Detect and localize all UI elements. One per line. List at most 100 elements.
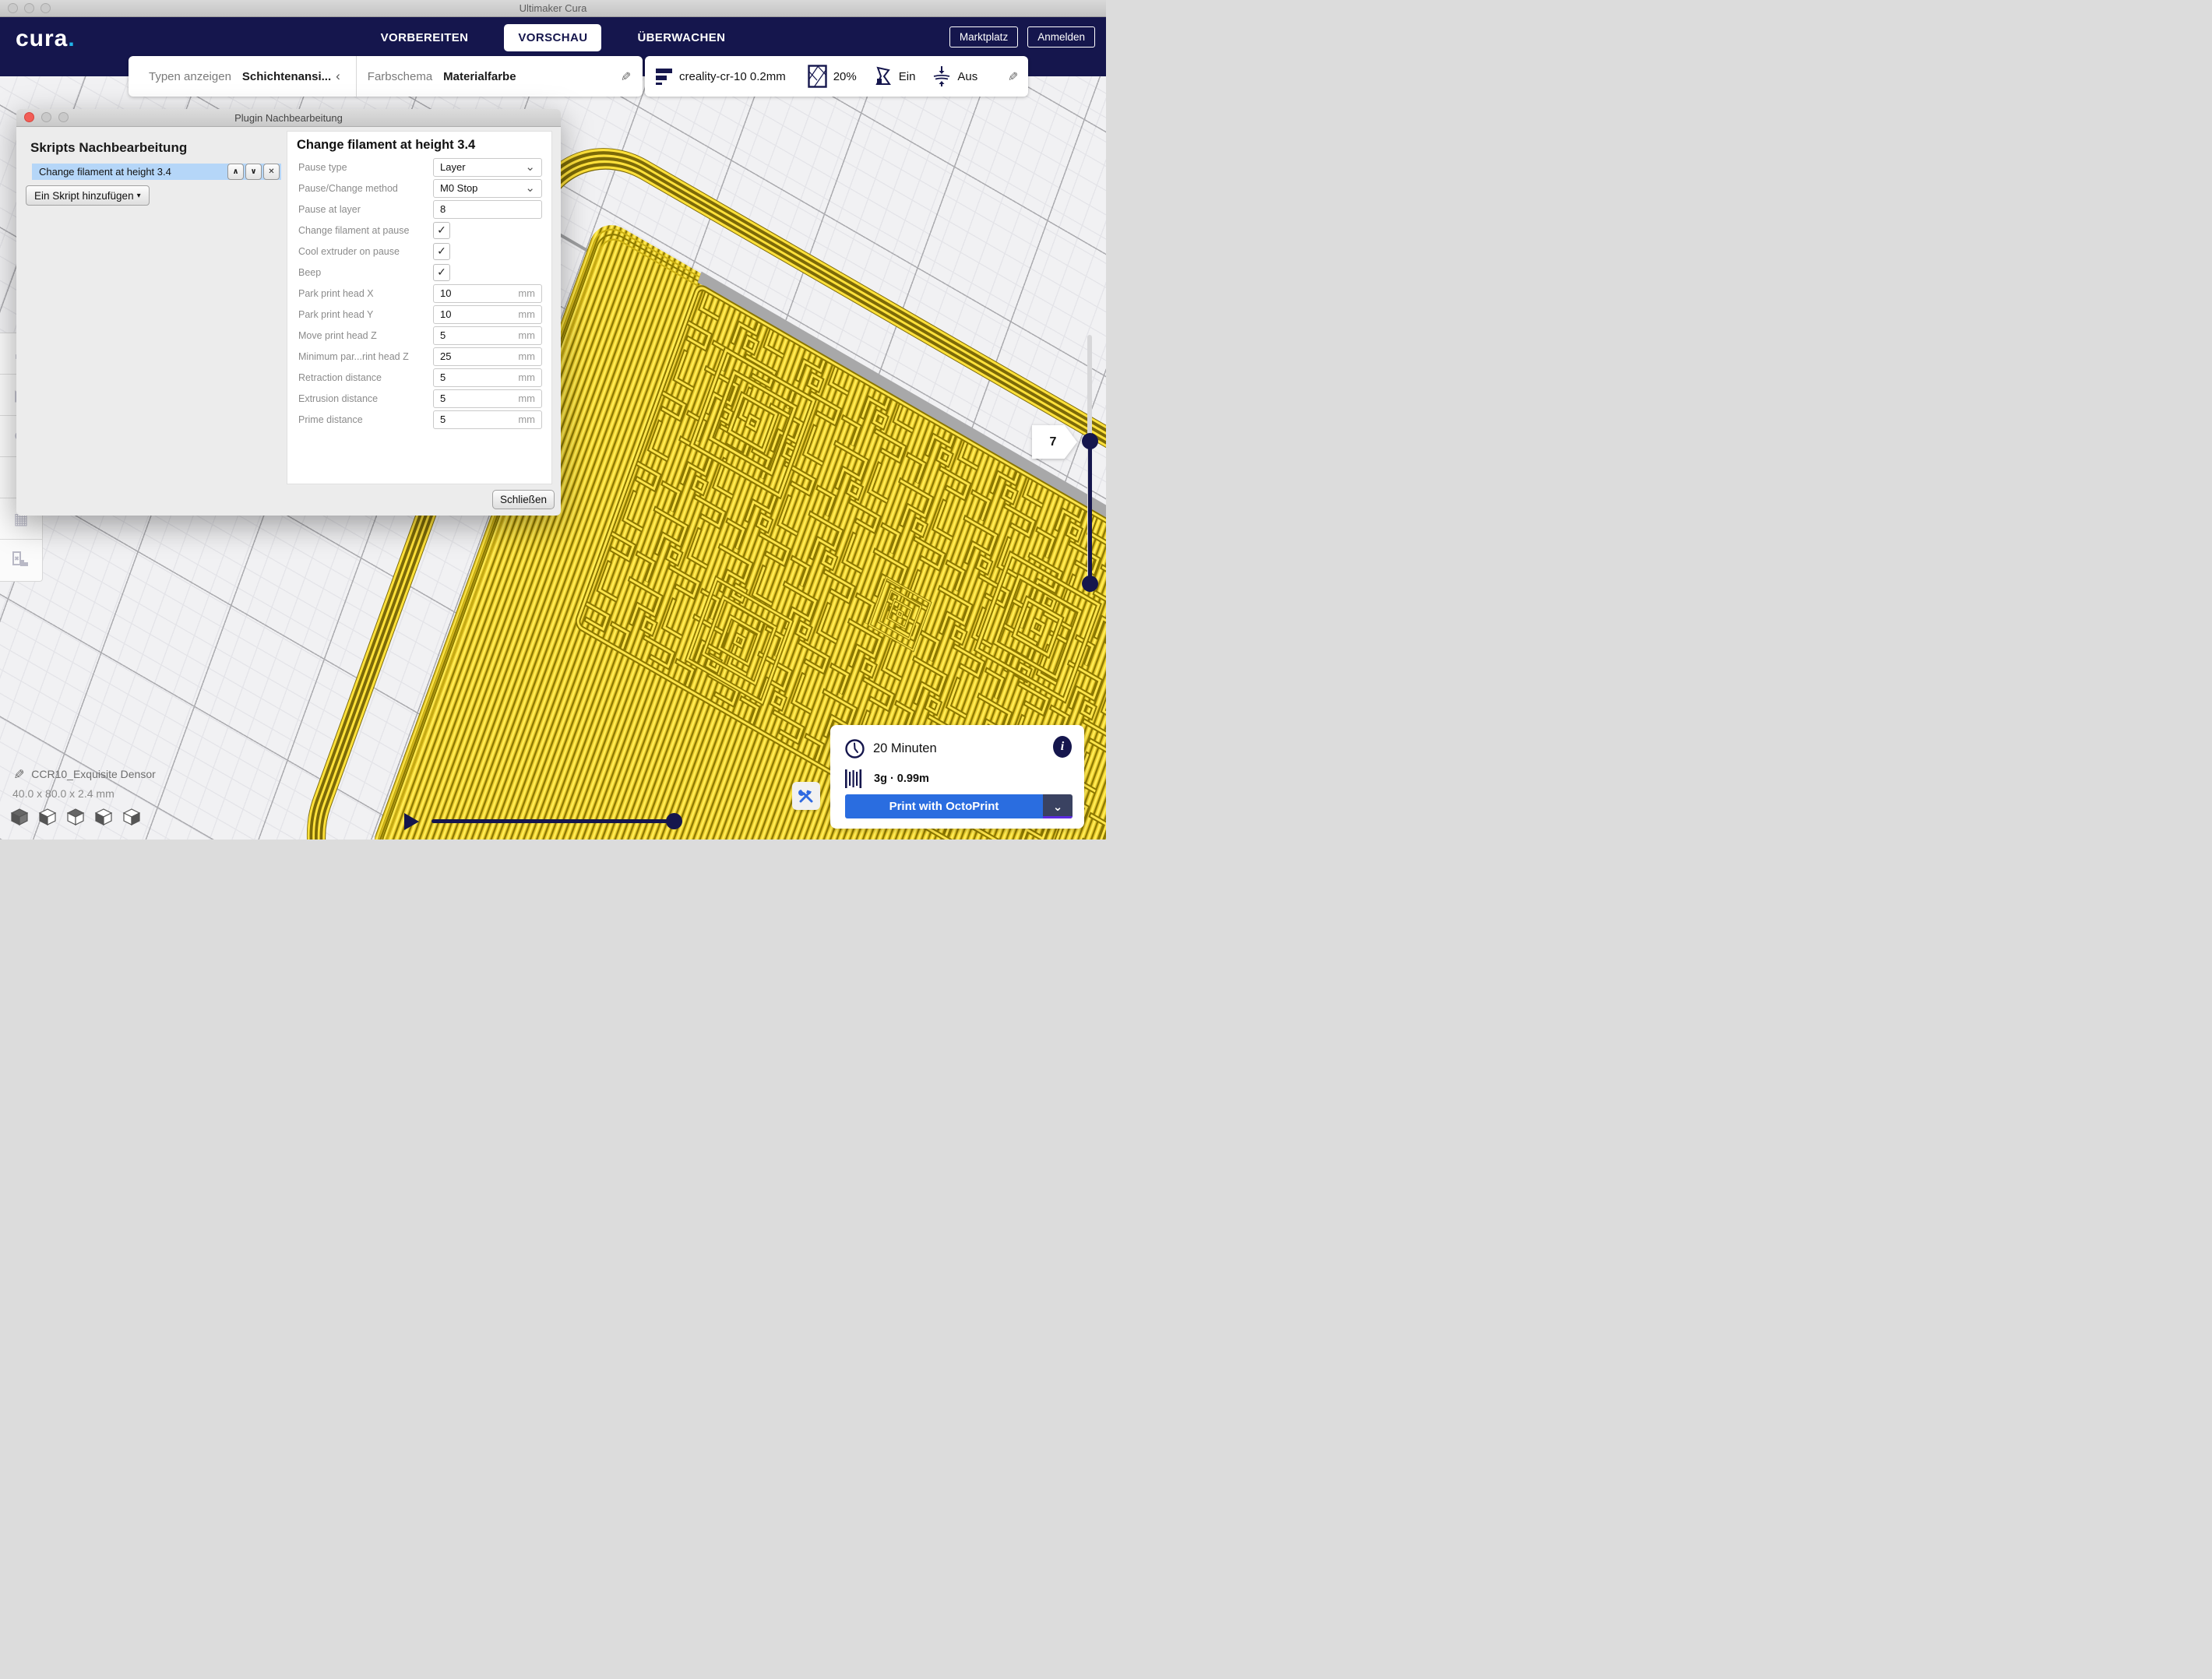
add-script-button[interactable]: Ein Skript hinzufügen▾ (26, 185, 150, 206)
form-row: Pause at layer 8 (287, 199, 551, 220)
field-value: 25 (440, 350, 518, 362)
form-row: Move print head Z 5mm (287, 325, 551, 346)
input-field[interactable]: 25mm (433, 347, 542, 366)
view-right-icon[interactable] (123, 808, 140, 829)
scripts-heading: Skripts Nachbearbeitung (30, 140, 187, 156)
form-row-label: Park print head Y (298, 309, 373, 320)
printer-profile-value: creality-cr-10 0.2mm (679, 70, 786, 83)
signin-button[interactable]: Anmelden (1027, 26, 1095, 48)
clock-icon (844, 738, 865, 759)
dialog-zoom-icon[interactable] (58, 112, 69, 122)
form-row: Change filament at pause✓ (287, 220, 551, 241)
post-processing-dialog: Plugin Nachbearbeitung Skripts Nachbearb… (16, 109, 561, 516)
selected-script-row[interactable]: Change filament at height 3.4 ∧ ∨ ✕ (32, 164, 281, 180)
support-blocker-icon[interactable] (0, 540, 42, 580)
chevron-down-icon: ⌄ (525, 185, 535, 192)
tab-vorschau[interactable]: VORSCHAU (504, 24, 601, 51)
input-field[interactable]: 10mm (433, 284, 542, 303)
hammer-wrench-icon (798, 787, 815, 804)
stage-tabs: VORBEREITEN VORSCHAU ÜBERWACHEN (0, 24, 1106, 51)
layer-indicator-value: 7 (1050, 435, 1057, 449)
app-window: ⤢ ◣ ⟳ ⇕ ▦ Ultimaker Cura cura. VORBEREIT… (0, 0, 1106, 840)
dropdown-arrow-icon: ▾ (137, 192, 141, 200)
form-row-label: Extrusion distance (298, 393, 378, 404)
field-value: 5 (440, 371, 518, 383)
input-field[interactable]: 5mm (433, 410, 542, 429)
checkbox[interactable]: ✓ (433, 243, 450, 260)
checkbox[interactable]: ✓ (433, 222, 450, 239)
input-field[interactable]: 5mm (433, 368, 542, 387)
tab-ueberwachen[interactable]: ÜBERWACHEN (623, 24, 739, 51)
view-options-panel: Typen anzeigen Schichtenansi... ‹ Farbsc… (129, 56, 643, 97)
view-type-label: Typen anzeigen (149, 70, 231, 83)
close-window-icon[interactable] (8, 3, 18, 13)
form-row: Minimum par...rint head Z25mm (287, 346, 551, 367)
rename-pencil-icon[interactable]: ✎ (10, 769, 26, 780)
layer-slider-lower-handle[interactable] (1082, 576, 1098, 592)
form-row-label: Move print head Z (298, 330, 377, 341)
field-value: 8 (440, 203, 541, 215)
form-row-label: Pause type (298, 162, 347, 173)
layer-slider-range (1088, 441, 1092, 583)
input-field[interactable]: 5mm (433, 326, 542, 345)
tab-vorbereiten[interactable]: VORBEREITEN (367, 24, 483, 51)
dialog-minimize-icon[interactable] (41, 112, 51, 122)
layer-indicator-flag[interactable]: 7 (1032, 425, 1077, 459)
playback-handle[interactable] (666, 813, 682, 829)
input-field[interactable]: 5mm (433, 389, 542, 408)
play-button[interactable] (404, 813, 419, 830)
form-row-label: Beep (298, 267, 321, 278)
print-settings-panel[interactable]: creality-cr-10 0.2mm 20% Ein Aus ✎ (645, 56, 1028, 97)
model-name: CCR10_Exquisite Densor (31, 768, 156, 780)
dialog-title: Plugin Nachbearbeitung (234, 112, 343, 124)
layer-slider-upper-handle[interactable] (1082, 433, 1098, 449)
window-title: Ultimaker Cura (520, 2, 587, 14)
field-unit: mm (518, 414, 535, 425)
window-titlebar: Ultimaker Cura (0, 0, 1106, 17)
marketplace-button[interactable]: Marktplatz (949, 26, 1018, 48)
print-options-chevron[interactable]: ⌄ (1043, 794, 1073, 818)
dropdown-field[interactable]: M0 Stop⌄ (433, 179, 542, 198)
edit-pencil-icon[interactable]: ✎ (617, 71, 632, 81)
adjust-print-settings-button[interactable] (792, 782, 820, 810)
field-value: 5 (440, 329, 518, 341)
dropdown-field[interactable]: Layer⌄ (433, 158, 542, 177)
print-button[interactable]: Print with OctoPrint ⌄ (845, 794, 1073, 818)
close-dialog-button[interactable]: Schließen (492, 490, 555, 509)
form-row-label: Pause at layer (298, 204, 361, 215)
chevron-left-icon[interactable]: ‹ (336, 69, 340, 84)
dialog-close-icon[interactable] (24, 112, 34, 122)
support-icon (874, 66, 893, 86)
view-left-icon[interactable] (95, 808, 112, 829)
input-field[interactable]: 10mm (433, 305, 542, 324)
view-type-value[interactable]: Schichtenansi... (242, 70, 331, 83)
form-row-label: Park print head X (298, 288, 374, 299)
view-3d-icon[interactable] (11, 808, 28, 829)
print-button-label[interactable]: Print with OctoPrint (845, 794, 1043, 818)
dialog-titlebar[interactable]: Plugin Nachbearbeitung (16, 109, 561, 127)
script-settings-panel: Change filament at height 3.4 Pause type… (287, 131, 552, 484)
input-field[interactable]: 8 (433, 200, 542, 219)
support-value: Ein (899, 70, 916, 83)
print-summary-card: 20 Minuten i 3g · 0.99m Print with OctoP… (830, 725, 1084, 829)
checkbox[interactable]: ✓ (433, 264, 450, 281)
field-value: Layer (440, 161, 525, 173)
camera-view-buttons (11, 808, 140, 829)
view-front-icon[interactable] (39, 808, 56, 829)
info-icon[interactable]: i (1053, 736, 1072, 758)
playback-timeline[interactable] (431, 819, 675, 823)
view-top-icon[interactable] (67, 808, 84, 829)
edit-settings-pencil-icon[interactable]: ✎ (1004, 71, 1020, 81)
form-row-label: Retraction distance (298, 372, 382, 383)
material-icon (844, 769, 865, 789)
zoom-window-icon[interactable] (41, 3, 51, 13)
remove-script-button[interactable]: ✕ (263, 164, 280, 180)
color-scheme-value[interactable]: Materialfarbe (443, 70, 516, 83)
move-script-down-button[interactable]: ∨ (245, 164, 262, 180)
material-usage: 3g · 0.99m (874, 773, 929, 785)
script-name: Change filament at height 3.4 (39, 166, 227, 178)
field-value: 10 (440, 287, 518, 299)
form-row: Cool extruder on pause✓ (287, 241, 551, 262)
move-script-up-button[interactable]: ∧ (227, 164, 244, 180)
minimize-window-icon[interactable] (24, 3, 34, 13)
